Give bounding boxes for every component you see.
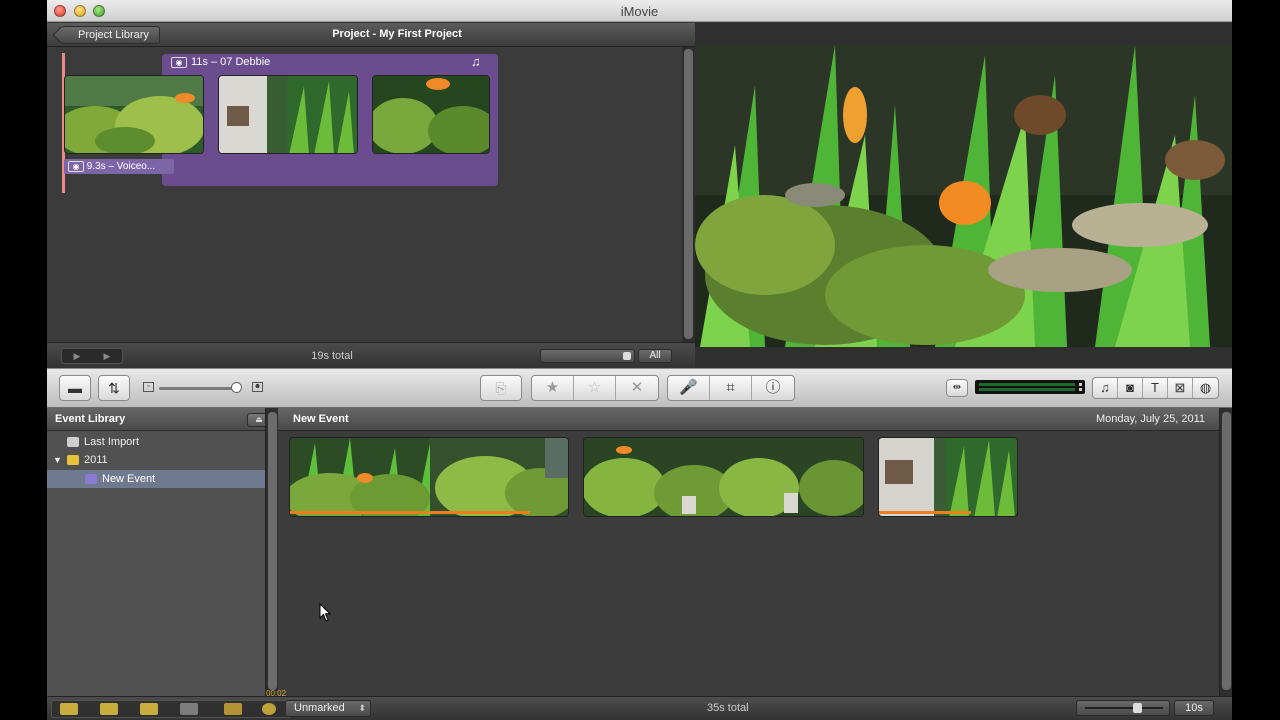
main-toolbar: ▬ ⇅ ▫ ☻ ⎘ ★ ☆ ✕ 🎤 ⌗ ⓘ ⇹ ♫ ◙ T ⊠ ◍ — [47, 368, 1232, 408]
rating-button-group: ★ ☆ ✕ — [531, 375, 659, 401]
project-clip-1[interactable] — [64, 75, 204, 154]
microphone-icon: 🎤 — [679, 379, 698, 396]
event-library-scroll-thumb[interactable] — [268, 412, 277, 690]
folder-icon — [67, 455, 79, 465]
audio-badge-icon: ◉ — [171, 56, 187, 68]
favorite-marker-bar — [879, 511, 971, 514]
mouse-cursor-icon — [319, 603, 332, 622]
viewer-video[interactable] — [695, 45, 1232, 347]
filmstrip-zoom-slider[interactable] — [1076, 700, 1170, 716]
event-library-item-last-import[interactable]: Last Import — [47, 433, 265, 451]
clip-filter-select[interactable]: Unmarked — [285, 700, 371, 717]
add-to-project-icon: ⎘ — [495, 380, 507, 396]
photo-camera-icon: ◙ — [1126, 380, 1134, 395]
event-name: New Event — [293, 413, 349, 425]
project-storyboard[interactable]: ◉ 11s – 07 Debbie ♫ ◉ 9.3s – Voiceo... — [47, 47, 682, 342]
window-title: iMovie — [620, 4, 659, 19]
voiceover-button[interactable]: 🎤 — [668, 376, 710, 400]
photo-browser-button[interactable]: ◙ — [1118, 378, 1143, 398]
title-t-icon: T — [1151, 380, 1159, 395]
audio-skimming-button[interactable]: ⇹ — [946, 379, 968, 397]
project-title: Project - My First Project — [332, 28, 462, 40]
playback-overlay-controls: 00:02 — [51, 689, 291, 718]
thumbnail-size-slider[interactable] — [159, 387, 239, 390]
event-browser-scroll-thumb[interactable] — [1222, 412, 1231, 690]
music-note-icon: ♫ — [471, 54, 481, 69]
film-roll-icon — [67, 437, 79, 447]
maps-browser-button[interactable]: ◍ — [1193, 378, 1218, 398]
music-browser-button[interactable]: ♫ — [1093, 378, 1118, 398]
event-clip-3[interactable] — [878, 437, 1018, 517]
event-browser-header: New Event Monday, July 25, 2011 — [278, 408, 1219, 431]
event-library-item-2011[interactable]: ▼ 2011 — [47, 451, 265, 469]
swap-panes-button[interactable]: ⇅ — [98, 375, 130, 401]
small-thumb-icon: ▫ — [143, 382, 154, 392]
inspector-button[interactable]: ⓘ — [752, 376, 794, 400]
event-date: Monday, July 25, 2011 — [1095, 413, 1205, 425]
thumbnail-size-knob[interactable] — [231, 382, 242, 393]
transition-icon: ⊠ — [1174, 380, 1186, 395]
pause-icon[interactable] — [100, 703, 118, 715]
event-library-list: Last Import ▼ 2011 New Event — [47, 431, 265, 696]
project-scrollbar[interactable] — [682, 47, 695, 342]
title-bar: iMovie — [47, 0, 1232, 22]
project-zoom-slider[interactable] — [540, 349, 635, 363]
loop-icon[interactable] — [140, 703, 158, 715]
event-star-icon — [85, 474, 97, 484]
event-total-duration: 35s total — [707, 702, 749, 714]
event-browser — [278, 431, 1219, 696]
swap-icon: ⇅ — [108, 380, 120, 396]
browser-button-group: ♫ ◙ T ⊠ ◍ — [1092, 377, 1219, 399]
favorite-marker-bar — [290, 511, 530, 514]
edit-button-group: 🎤 ⌗ ⓘ — [667, 375, 795, 401]
filmstrip-duration-label: 10s — [1174, 700, 1214, 716]
reject-button[interactable]: ✕ — [616, 376, 658, 400]
audio-waveform-icon: ⇹ — [952, 382, 962, 393]
event-browser-scrollbar[interactable] — [1219, 408, 1232, 696]
unmark-button[interactable]: ☆ — [574, 376, 616, 400]
voiceover-clip-label[interactable]: ◉ 9.3s – Voiceo... — [64, 159, 174, 174]
stop-icon[interactable] — [60, 703, 78, 715]
imovie-window: iMovie Project Library Project - My Firs… — [47, 0, 1232, 720]
add-to-project-button[interactable]: ⎘ — [480, 375, 522, 401]
person-thumb-icon: ☻ — [252, 382, 263, 392]
music-clip-title: ◉ 11s – 07 Debbie — [167, 56, 270, 70]
rewind-icon[interactable] — [224, 703, 242, 715]
event-library-item-new-event[interactable]: New Event — [47, 470, 265, 488]
mark-favorite-button[interactable]: ★ — [532, 376, 574, 400]
project-header: Project Library Project - My First Proje… — [47, 23, 695, 47]
star-filled-icon: ★ — [545, 379, 560, 396]
music-icon: ♫ — [1100, 380, 1110, 395]
import-camera-button[interactable]: ▬ — [59, 375, 91, 401]
event-clip-1[interactable] — [289, 437, 569, 517]
title-browser-button[interactable]: T — [1143, 378, 1168, 398]
event-library-scrollbar[interactable] — [265, 408, 278, 696]
info-icon: ⓘ — [765, 379, 781, 396]
project-footer: ▶ ▶ 19s total All — [47, 342, 695, 368]
overlay-timecode: 00:02 — [266, 689, 287, 698]
project-scroll-thumb[interactable] — [684, 49, 693, 339]
project-library-button[interactable]: Project Library — [61, 26, 160, 44]
project-clip-2[interactable] — [218, 75, 358, 154]
transition-browser-button[interactable]: ⊠ — [1168, 378, 1193, 398]
event-library-header: Event Library — [47, 408, 275, 431]
audio-level-meter — [975, 380, 1085, 394]
slow-icon[interactable] — [180, 703, 198, 715]
reject-x-icon: ✕ — [630, 379, 644, 396]
viewer-panel — [695, 23, 1232, 368]
record-icon[interactable] — [262, 703, 276, 715]
crop-button[interactable]: ⌗ — [710, 376, 752, 400]
star-outline-icon: ☆ — [587, 379, 602, 396]
zoom-all-button[interactable]: All — [638, 349, 672, 363]
bottom-bar: 00:02 Unmarked 35s total 10s — [47, 689, 1232, 720]
voiceover-badge-icon: ◉ — [68, 160, 84, 172]
crop-icon: ⌗ — [726, 379, 735, 396]
event-clip-2[interactable] — [583, 437, 864, 517]
project-clip-3[interactable] — [372, 75, 490, 154]
project-total-duration: 19s total — [311, 350, 353, 362]
disclosure-triangle-icon[interactable]: ▼ — [53, 451, 62, 469]
camera-icon: ▬ — [68, 380, 82, 396]
globe-icon: ◍ — [1199, 380, 1212, 395]
